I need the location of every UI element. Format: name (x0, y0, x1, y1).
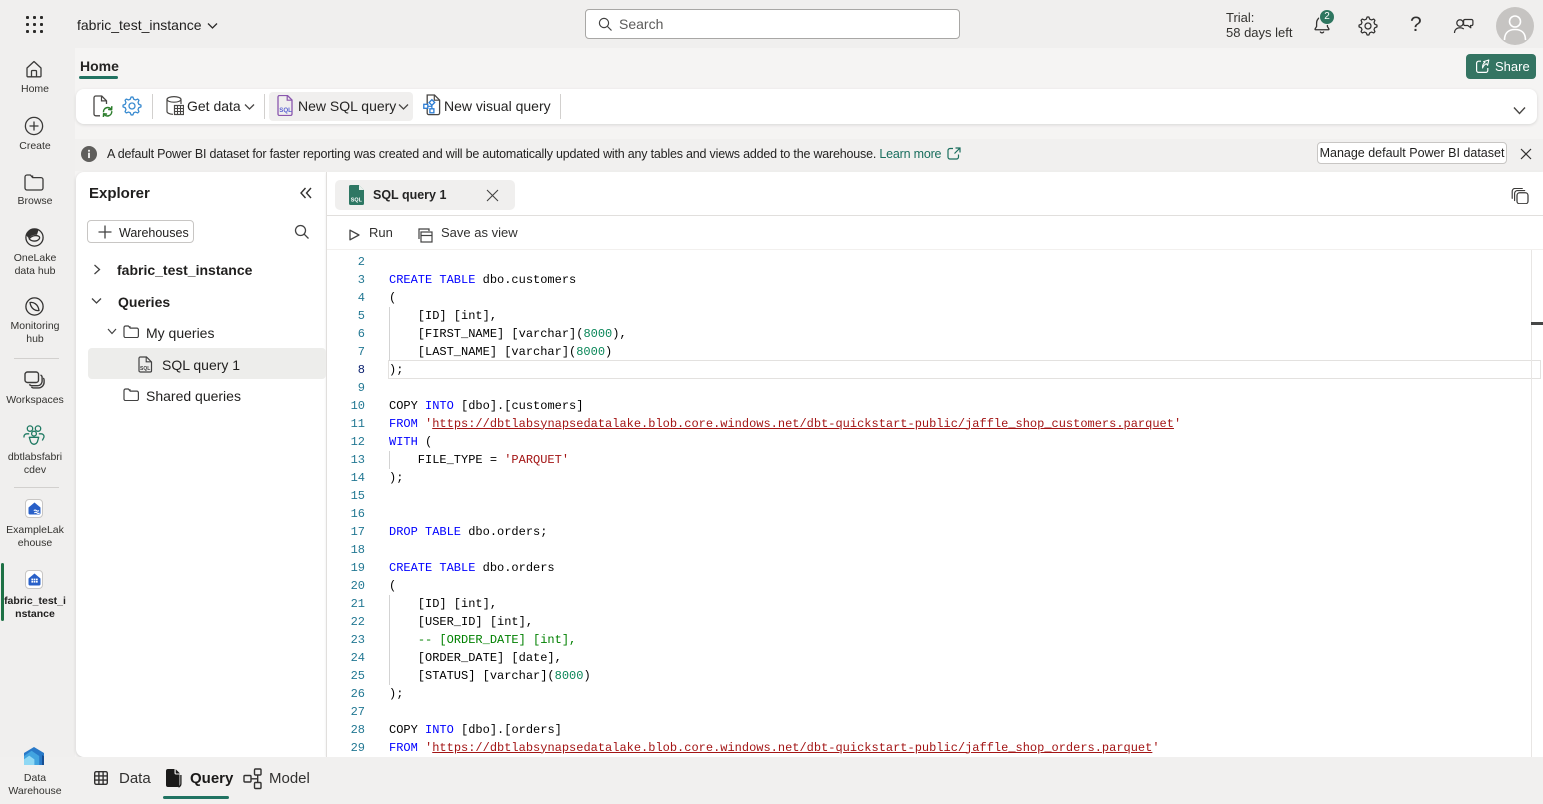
svg-text:SQL: SQL (279, 107, 292, 114)
svg-text:SQL: SQL (140, 366, 150, 372)
svg-text:SQL: SQL (351, 198, 363, 204)
